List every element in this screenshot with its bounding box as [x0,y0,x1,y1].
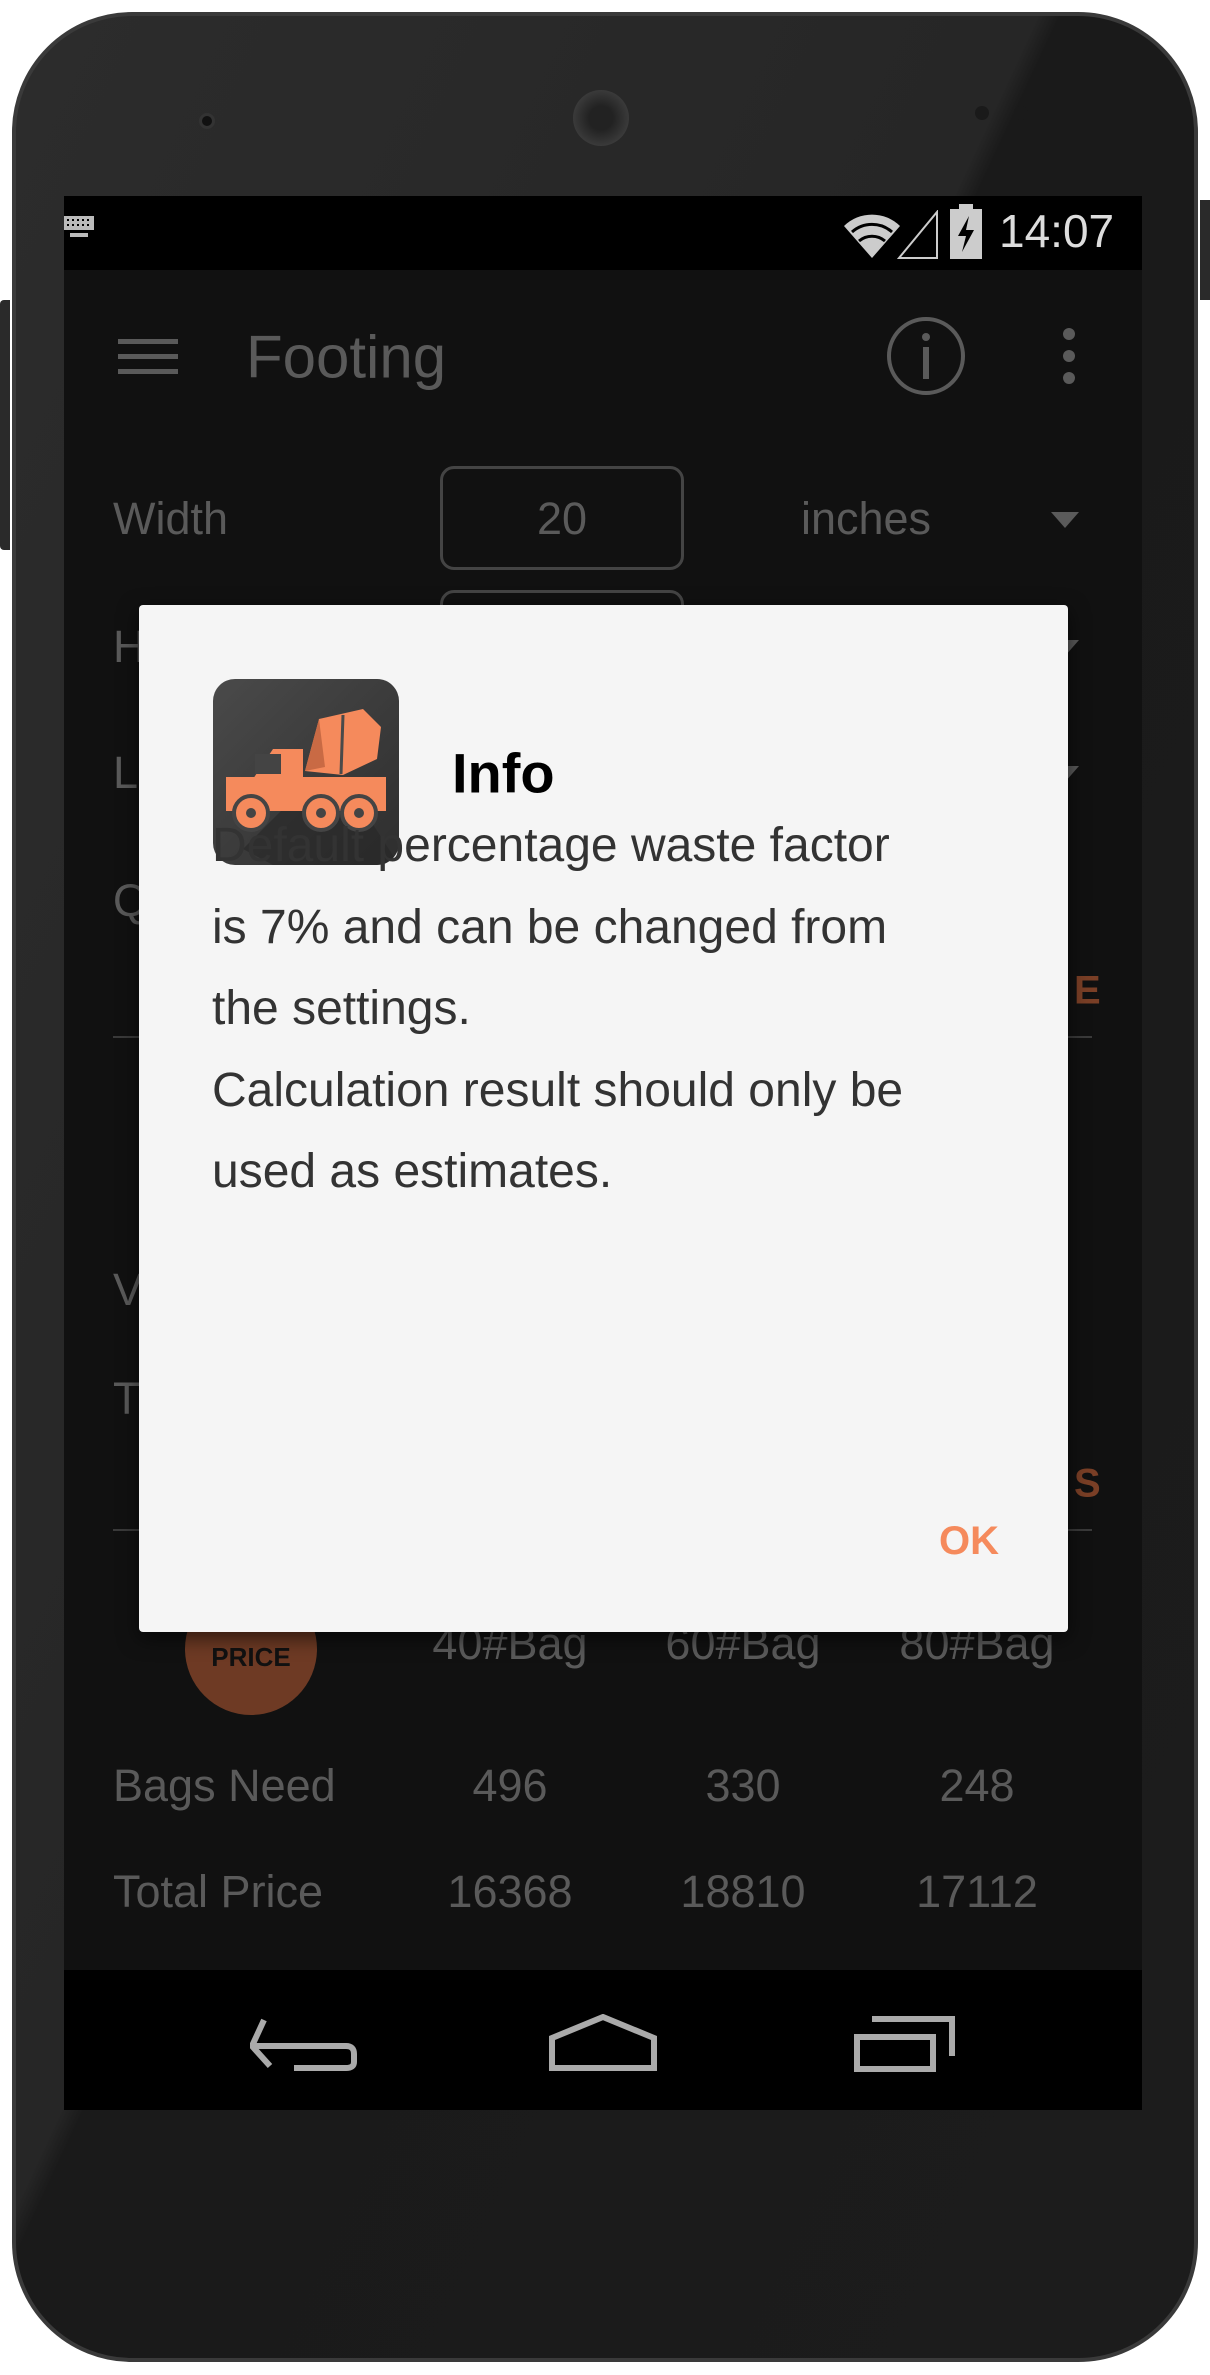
total-label: T [113,1373,141,1424]
keyboard-icon [64,216,94,237]
menu-icon[interactable] [118,339,180,375]
volume-button [0,300,10,550]
front-camera [199,113,215,129]
table-cell: 496 [472,1760,548,1811]
page-title: Footing [246,323,447,391]
width-label: Width [113,493,229,544]
message-line: is 7% and can be changed from [212,900,888,954]
ok-button[interactable]: OK [899,1501,1039,1581]
wifi-icon [844,214,900,258]
more-vert-icon[interactable] [1061,328,1077,384]
status-time: 14:07 [999,205,1115,257]
dropdown-arrow-icon [1051,512,1079,528]
row-label: Bags Need [113,1760,336,1811]
dialog-title: Info [452,741,555,805]
recents-icon[interactable] [854,2014,958,2072]
message-line: Default percentage waste factor [212,819,890,872]
info-dialog: Info Default percentage waste factor is … [139,605,1068,1632]
earpiece-speaker [573,90,629,146]
width-unit-select[interactable]: inches [801,493,931,545]
table-cell: 17112 [916,1866,1038,1917]
status-bar: 14:07 [64,196,1142,270]
back-icon[interactable] [250,2014,360,2072]
navigation-bar [64,1970,1142,2110]
table-cell: 18810 [680,1866,806,1917]
table-cell: 16368 [447,1866,573,1917]
price-button-label: PRICE [211,1641,291,1672]
message-line: used as estimates. [212,1145,613,1198]
message-line: Calculation result should only be [212,1063,904,1117]
length-label: L [113,747,139,798]
table-cell: 248 [939,1760,1015,1811]
message-line: the settings. [212,982,471,1035]
battery-charging-icon [950,204,982,259]
table-cell: 330 [705,1760,781,1811]
width-value: 20 [536,493,588,544]
signal-icon [897,210,938,259]
settings-button[interactable]: S [1074,1462,1101,1507]
home-icon[interactable] [548,2014,658,2072]
screen: 14:07 Footing Width 20 inches H L Q E V … [64,196,1142,2110]
power-button [1200,200,1210,300]
dialog-message: Default percentage waste factor is 7% an… [212,805,1032,1213]
sensor [1014,106,1028,120]
info-icon[interactable] [886,316,966,396]
row-label: Total Price [113,1866,324,1917]
sensor [975,106,989,120]
calculate-button[interactable]: E [1074,969,1101,1014]
